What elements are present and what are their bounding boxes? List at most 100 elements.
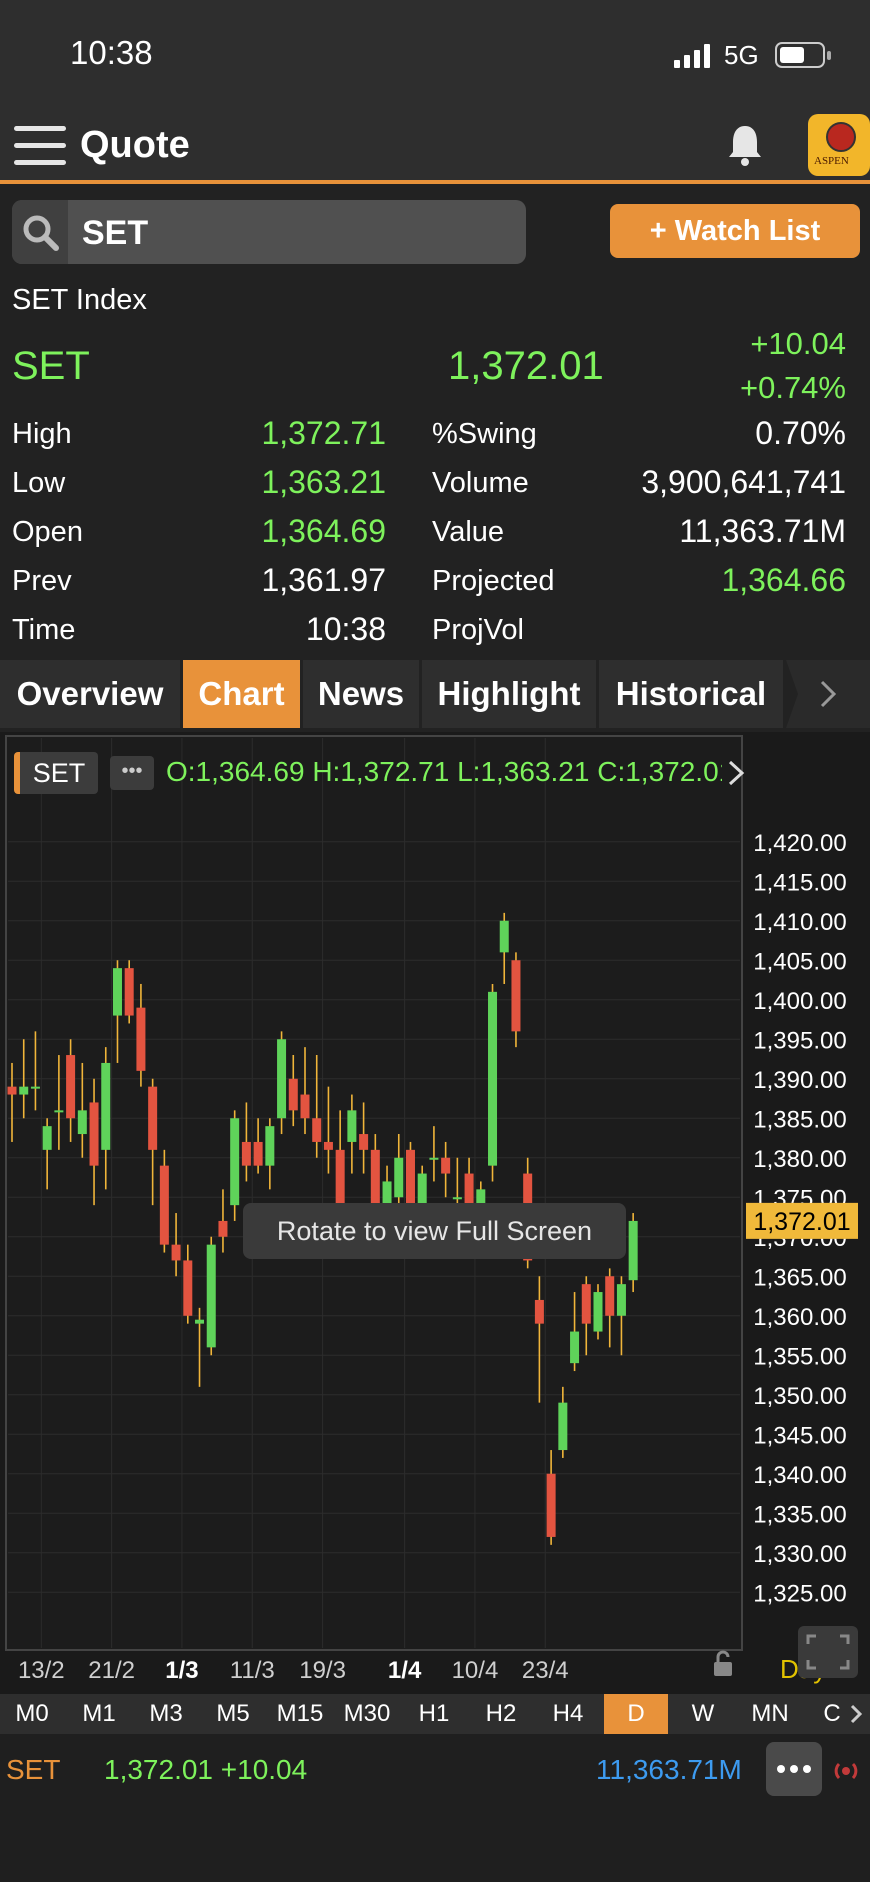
candle-body	[441, 1157, 451, 1174]
y-tick-label: 1,350.00	[753, 1383, 846, 1410]
y-tick-label: 1,360.00	[753, 1304, 846, 1331]
stat-value: 3,900,641,741	[641, 464, 846, 500]
ticker-symbol[interactable]: SET	[6, 1754, 60, 1786]
period-m3[interactable]: M3	[134, 1694, 198, 1734]
chevron-right-icon[interactable]	[846, 1694, 870, 1734]
y-tick-label: 1,390.00	[753, 1067, 846, 1094]
network-label: 5G	[724, 40, 759, 70]
candle-body	[66, 1055, 76, 1119]
menu-icon[interactable]	[14, 126, 66, 168]
x-tick-label: 1/4	[388, 1657, 422, 1684]
broadcast-icon[interactable]	[832, 1758, 860, 1784]
candle-body	[19, 1086, 29, 1095]
y-tick-label: 1,400.00	[753, 988, 846, 1015]
candle-body	[616, 1284, 626, 1316]
tab-overview[interactable]: Overview	[0, 660, 180, 728]
candle-body	[488, 991, 498, 1166]
candle-body	[558, 1402, 568, 1451]
candle-body	[347, 1110, 357, 1142]
y-tick-label: 1,405.00	[753, 948, 846, 975]
aspen-logo[interactable]: ASPEN	[808, 114, 870, 176]
stat-value: 1,364.66	[721, 562, 846, 598]
search-input[interactable]: SET	[12, 200, 526, 264]
period-m1[interactable]: M1	[67, 1694, 131, 1734]
period-h1[interactable]: H1	[402, 1694, 466, 1734]
candle-body	[499, 920, 509, 953]
status-bar: 10:38 5G	[0, 0, 870, 110]
candle-body	[230, 1118, 240, 1206]
bell-icon[interactable]	[724, 122, 766, 168]
candle-body	[511, 960, 521, 1032]
candle-body	[312, 1118, 322, 1142]
watch-list-button[interactable]: + Watch List	[610, 204, 860, 258]
candle-body	[628, 1220, 638, 1281]
period-h2[interactable]: H2	[469, 1694, 533, 1734]
tabs-more-button[interactable]	[786, 660, 870, 728]
y-tick-label: 1,330.00	[753, 1541, 846, 1568]
price-change-pct: +0.74%	[739, 370, 846, 405]
candle-body	[183, 1260, 193, 1316]
stat-value: 1,372.71	[261, 415, 386, 451]
tab-historical[interactable]: Historical	[599, 660, 783, 728]
candle-body	[54, 1110, 64, 1113]
search-value: SET	[82, 214, 149, 252]
candle-body	[323, 1141, 333, 1150]
stat-value: 1,363.21	[261, 464, 386, 500]
candle-body	[359, 1134, 369, 1150]
candle-body	[7, 1086, 17, 1095]
candle-body	[171, 1244, 181, 1261]
candle-body	[112, 968, 122, 1016]
tab-news[interactable]: News	[303, 660, 419, 728]
x-tick-label: 23/4	[522, 1657, 569, 1684]
expand-button[interactable]	[798, 1626, 858, 1678]
stat-label: Value	[432, 516, 505, 548]
candle-body	[429, 1157, 439, 1160]
stat-label: Open	[12, 516, 83, 548]
candle-body	[300, 1094, 310, 1119]
stat-value: 11,363.71M	[679, 513, 846, 549]
status-time: 10:38	[70, 34, 153, 71]
x-tick-label: 13/2	[18, 1657, 65, 1684]
period-mn[interactable]: MN	[738, 1694, 802, 1734]
period-m0[interactable]: M0	[0, 1694, 64, 1734]
chevron-right-icon[interactable]	[722, 754, 752, 792]
tab-bar: Overview Chart News Highlight Historical	[0, 660, 870, 728]
stat-value: 1,361.97	[261, 562, 386, 598]
y-tick-label: 1,420.00	[753, 830, 846, 857]
period-w[interactable]: W	[671, 1694, 735, 1734]
y-tick-label: 1,385.00	[753, 1106, 846, 1133]
period-m5[interactable]: M5	[201, 1694, 265, 1734]
lock-shackle	[716, 1650, 730, 1662]
candle-body	[124, 968, 134, 1016]
candle-body	[89, 1102, 99, 1166]
period-selector: M0 M1 M3 M5 M15 M30 H1 H2 H4 D W MN C	[0, 1694, 870, 1734]
tab-highlight[interactable]: Highlight	[422, 660, 596, 728]
stat-label: Projected	[432, 565, 555, 597]
period-d[interactable]: D	[604, 1694, 668, 1734]
x-tick-label: 11/3	[230, 1657, 275, 1684]
period-h4[interactable]: H4	[536, 1694, 600, 1734]
index-name: SET Index	[12, 284, 147, 316]
chart-options-button[interactable]: •••	[110, 756, 154, 790]
period-m30[interactable]: M30	[335, 1694, 399, 1734]
candle-body	[148, 1086, 158, 1150]
x-tick-label: 10/4	[452, 1657, 499, 1684]
stat-label: High	[12, 418, 72, 450]
stat-value: 1,364.69	[261, 513, 386, 549]
battery-icon	[775, 42, 831, 68]
chart-symbol-tag[interactable]: SET	[14, 752, 98, 794]
period-m15[interactable]: M15	[268, 1694, 332, 1734]
more-button[interactable]	[766, 1742, 822, 1796]
stat-label: %Swing	[432, 418, 537, 450]
candle-body	[77, 1110, 87, 1135]
y-tick-label: 1,340.00	[753, 1462, 846, 1489]
candle-body	[253, 1141, 263, 1166]
y-tick-label: 1,415.00	[753, 869, 846, 896]
chevron-right-icon	[786, 660, 837, 728]
candle-body	[195, 1319, 205, 1324]
ticker-value: 11,363.71M	[596, 1754, 742, 1785]
tab-chart[interactable]: Chart	[183, 660, 300, 728]
candle-body	[265, 1126, 275, 1166]
candle-body	[605, 1276, 615, 1316]
stat-label: Volume	[432, 467, 529, 499]
